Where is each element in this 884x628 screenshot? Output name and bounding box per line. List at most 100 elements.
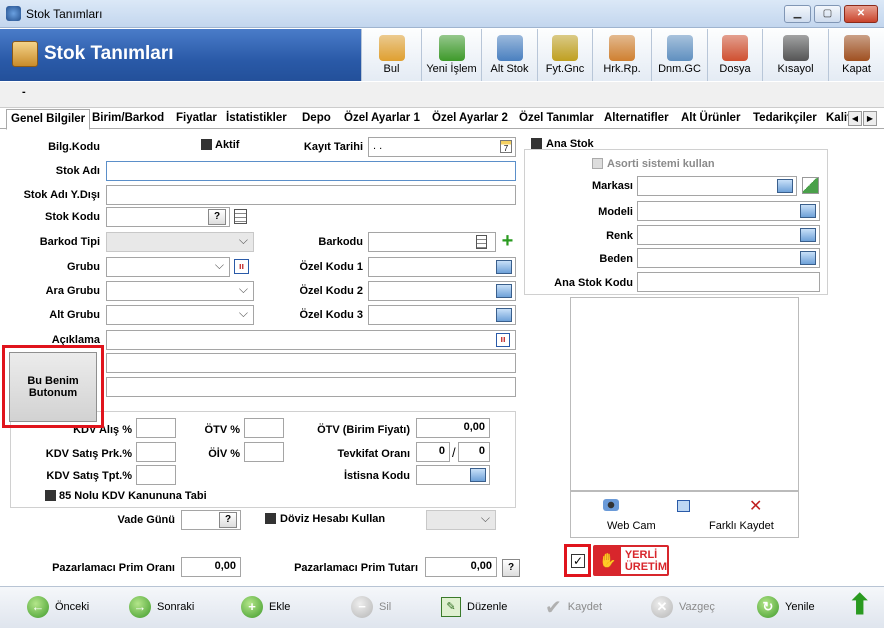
grubu-select[interactable] bbox=[106, 257, 230, 277]
document-icon[interactable] bbox=[234, 209, 247, 224]
toolbar-button-0[interactable]: Bul bbox=[361, 29, 421, 81]
custom-button[interactable]: Bu Benim Butonum bbox=[9, 352, 97, 422]
aciklama-browse-icon[interactable]: ıı bbox=[496, 333, 510, 347]
stok-kodu-input[interactable]: ? bbox=[106, 207, 230, 227]
close-button[interactable]: ✕ bbox=[844, 5, 878, 23]
ozel-kodu-3-input[interactable] bbox=[368, 305, 516, 325]
calendar-icon[interactable]: 7 bbox=[500, 140, 512, 153]
tab-10[interactable]: Tedarikçiler bbox=[749, 109, 821, 129]
modeli-input[interactable] bbox=[637, 201, 820, 221]
kayit-tarihi-input[interactable]: . . 7 bbox=[368, 137, 516, 157]
duzenle-button[interactable]: ✎ Düzenle bbox=[441, 596, 507, 618]
sil-button[interactable]: − Sil bbox=[351, 596, 391, 618]
tab-5[interactable]: Özel Ayarlar 1 bbox=[340, 109, 424, 129]
add-barcode-icon[interactable]: + bbox=[499, 231, 516, 251]
lookup-icon[interactable] bbox=[496, 284, 512, 298]
sonraki-button[interactable]: → Sonraki bbox=[129, 596, 194, 618]
asorti-checkbox[interactable] bbox=[592, 158, 603, 172]
aciklama-input-1[interactable]: ıı bbox=[106, 330, 516, 350]
tab-scroll-right[interactable]: ▶ bbox=[863, 111, 877, 126]
doviz-select[interactable] bbox=[426, 510, 496, 530]
scroll-top-icon[interactable]: ⬆ bbox=[848, 591, 871, 619]
otv-birim-input[interactable]: 0,00 bbox=[416, 418, 490, 438]
image-preview[interactable] bbox=[570, 297, 799, 491]
toolbar-button-6[interactable]: Dosya bbox=[707, 29, 762, 81]
tab-2[interactable]: Fiyatlar bbox=[172, 109, 221, 129]
stok-kodu-help-button[interactable]: ? bbox=[208, 209, 226, 225]
vade-gunu-input[interactable]: ? bbox=[181, 510, 241, 530]
otv-input[interactable] bbox=[244, 418, 284, 438]
ana-stok-kodu-input[interactable] bbox=[637, 272, 820, 292]
badge-line-1: YERLİ bbox=[624, 548, 658, 561]
yenile-button[interactable]: ↻ Yenile bbox=[757, 596, 815, 618]
tab-7[interactable]: Özel Tanımlar bbox=[515, 109, 598, 129]
ara-grubu-select[interactable] bbox=[106, 281, 254, 301]
kanun85-checkbox[interactable] bbox=[45, 490, 56, 504]
doviz-checkbox[interactable] bbox=[265, 513, 276, 527]
barkod-tipi-select[interactable] bbox=[106, 232, 254, 252]
toolbar-button-7[interactable]: Kısayol bbox=[762, 29, 828, 81]
group-browse-icon[interactable]: ıı bbox=[234, 259, 249, 274]
tab-3[interactable]: İstatistikler bbox=[222, 109, 291, 129]
tab-9[interactable]: Alt Ürünler bbox=[677, 109, 744, 129]
alt-grubu-select[interactable] bbox=[106, 305, 254, 325]
stok-adi-input[interactable] bbox=[106, 161, 516, 181]
tevkifat-a-input[interactable]: 0 bbox=[416, 442, 450, 462]
tab-8[interactable]: Alternatifler bbox=[600, 109, 673, 129]
close-icon[interactable]: ✕ bbox=[749, 496, 762, 516]
maximize-button[interactable]: ▢ bbox=[814, 5, 841, 23]
toolbar-button-1[interactable]: Yeni İşlem bbox=[421, 29, 481, 81]
vazgec-button[interactable]: ✕ Vazgeç bbox=[651, 596, 715, 618]
tab-1[interactable]: Birim/Barkod bbox=[88, 109, 168, 129]
tevkifat-b-input[interactable]: 0 bbox=[458, 442, 490, 462]
lookup-icon[interactable] bbox=[777, 179, 793, 193]
window-title: Stok Tanımları bbox=[26, 7, 103, 21]
prim-help-button[interactable]: ? bbox=[502, 559, 520, 577]
ozel-kodu-2-input[interactable] bbox=[368, 281, 516, 301]
yerli-uretim-checkbox[interactable]: ✓ bbox=[571, 554, 585, 568]
webcam-button[interactable]: Web Cam bbox=[607, 520, 656, 532]
tab-6[interactable]: Özel Ayarlar 2 bbox=[428, 109, 512, 129]
barcode-doc-icon[interactable] bbox=[476, 235, 487, 249]
farkli-kaydet-button[interactable]: Farklı Kaydet bbox=[709, 520, 774, 532]
oiv-input[interactable] bbox=[244, 442, 284, 462]
beden-input[interactable] bbox=[637, 248, 820, 268]
aciklama-input-2[interactable] bbox=[106, 353, 516, 373]
brand-image-icon[interactable] bbox=[802, 177, 819, 194]
lookup-icon[interactable] bbox=[800, 228, 816, 242]
kaydet-button[interactable]: ✔ Kaydet bbox=[545, 596, 602, 619]
tab-0[interactable]: Genel Bilgiler bbox=[6, 109, 91, 130]
vade-help-button[interactable]: ? bbox=[219, 512, 237, 528]
renk-input[interactable] bbox=[637, 225, 820, 245]
tab-4[interactable]: Depo bbox=[298, 109, 335, 129]
prim-tutari-input[interactable]: 0,00 bbox=[425, 557, 497, 577]
stok-adi-yd-input[interactable] bbox=[106, 185, 516, 205]
document-icon bbox=[666, 35, 693, 61]
aciklama-input-3[interactable] bbox=[106, 377, 516, 397]
save-image-icon[interactable] bbox=[677, 500, 690, 512]
lookup-icon[interactable] bbox=[800, 251, 816, 265]
ekle-button[interactable]: + Ekle bbox=[241, 596, 290, 618]
kdv-alis-input[interactable] bbox=[136, 418, 176, 438]
lookup-icon[interactable] bbox=[496, 260, 512, 274]
onceki-button[interactable]: ← Önceki bbox=[27, 596, 89, 618]
toolbar-button-5[interactable]: Dnm.GC bbox=[651, 29, 707, 81]
kdv-satis-prk-input[interactable] bbox=[136, 442, 176, 462]
lookup-icon[interactable] bbox=[470, 468, 486, 482]
prim-orani-input[interactable]: 0,00 bbox=[181, 557, 241, 577]
minimize-button[interactable]: ▁ bbox=[784, 5, 811, 23]
kdv-satis-tpt-input[interactable] bbox=[136, 465, 176, 485]
toolbar-button-2[interactable]: Alt Stok bbox=[481, 29, 537, 81]
tab-scroll-left[interactable]: ◀ bbox=[848, 111, 862, 126]
toolbar-button-4[interactable]: Hrk.Rp. bbox=[592, 29, 651, 81]
barkodu-input[interactable] bbox=[368, 232, 496, 252]
lookup-icon[interactable] bbox=[496, 308, 512, 322]
aktif-checkbox[interactable] bbox=[201, 139, 212, 153]
toolbar-button-3[interactable]: Fyt.Gnc bbox=[537, 29, 592, 81]
webcam-icon[interactable] bbox=[603, 499, 619, 511]
ozel-kodu-1-input[interactable] bbox=[368, 257, 516, 277]
lookup-icon[interactable] bbox=[800, 204, 816, 218]
markasi-input[interactable] bbox=[637, 176, 797, 196]
toolbar-button-8[interactable]: Kapat bbox=[828, 29, 884, 81]
istisna-input[interactable] bbox=[416, 465, 490, 485]
